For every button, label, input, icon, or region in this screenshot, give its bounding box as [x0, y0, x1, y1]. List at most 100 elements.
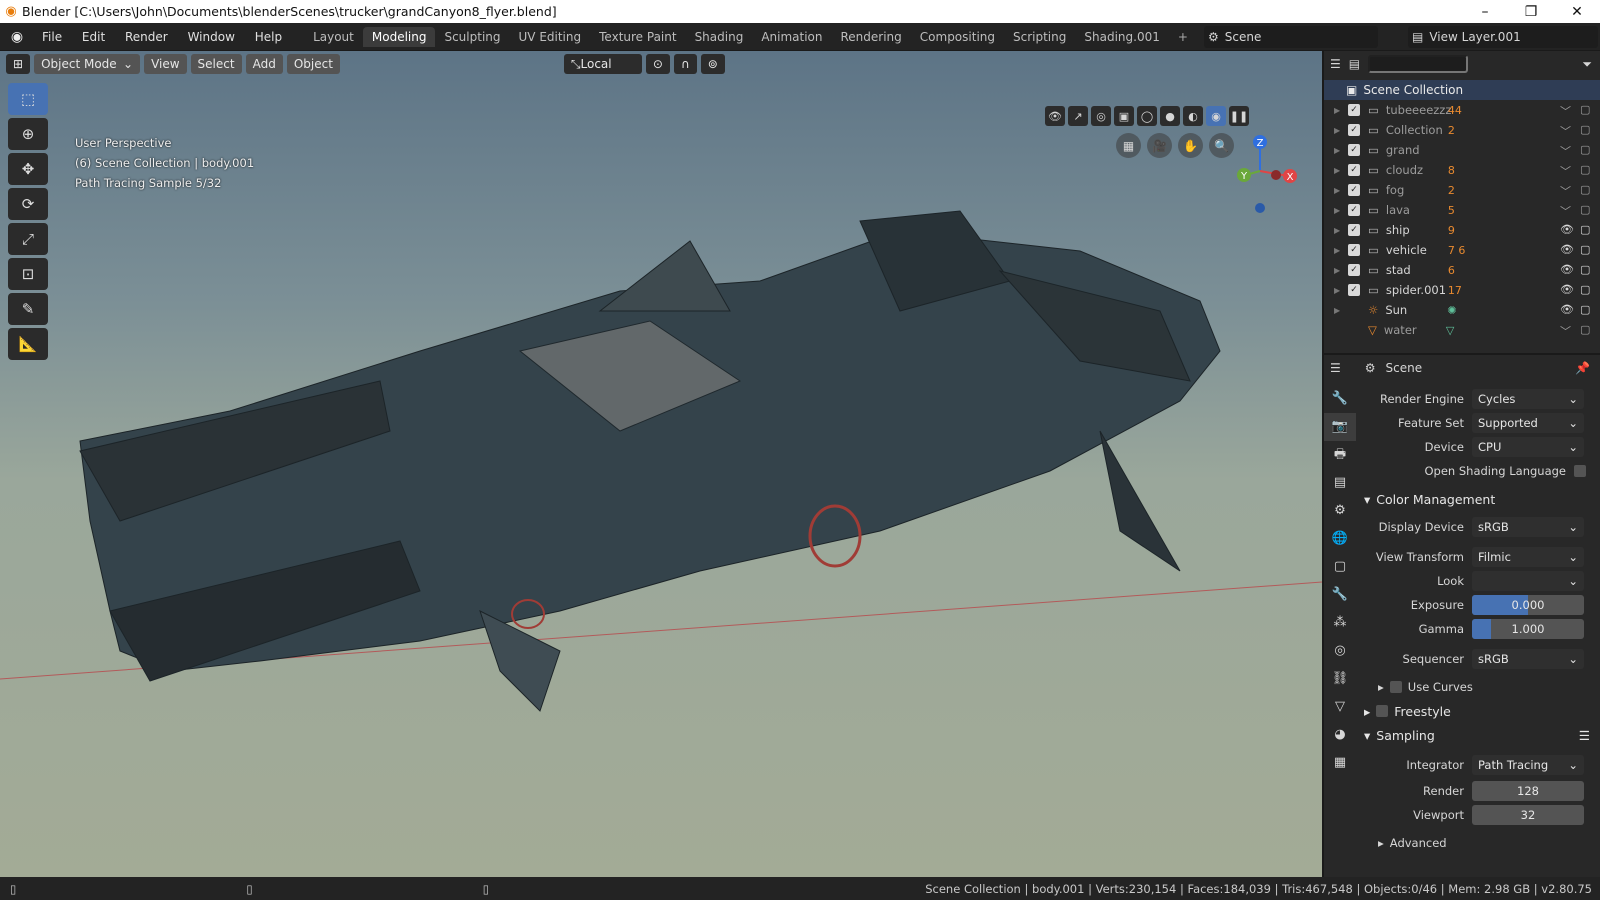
expand-icon[interactable]: ▶: [1334, 226, 1348, 235]
tab-scripting[interactable]: Scripting: [1004, 27, 1075, 47]
close-icon[interactable]: ✕: [1554, 4, 1600, 20]
eye-icon[interactable]: 👁: [1560, 263, 1574, 276]
view-menu[interactable]: View: [144, 54, 187, 74]
tab-shading[interactable]: Shading: [686, 27, 753, 47]
freestyle-checkbox[interactable]: [1376, 705, 1389, 717]
texture-tab-icon[interactable]: ▦: [1324, 749, 1356, 777]
solid-shading-icon[interactable]: ●: [1160, 106, 1180, 126]
camera-view-icon[interactable]: 🎥: [1147, 133, 1172, 158]
expand-icon[interactable]: ▶: [1334, 266, 1348, 275]
tab-rendering[interactable]: Rendering: [832, 27, 911, 47]
orientation-dropdown[interactable]: ⤡ Local: [563, 54, 642, 74]
camera-icon[interactable]: ▢: [1580, 323, 1590, 336]
gamma-slider[interactable]: 1.000: [1472, 619, 1584, 639]
exclude-checkbox[interactable]: ✓: [1348, 284, 1360, 296]
select-menu[interactable]: Select: [190, 54, 242, 74]
exclude-checkbox[interactable]: ✓: [1348, 184, 1360, 196]
camera-icon[interactable]: ▢: [1580, 223, 1590, 236]
scale-tool[interactable]: ⤢: [8, 223, 48, 255]
menu-window[interactable]: Window: [180, 30, 243, 44]
cursor-tool[interactable]: ⊕: [8, 118, 48, 150]
scene-tab-icon[interactable]: ⚙: [1324, 497, 1356, 525]
expand-icon[interactable]: ▶: [1334, 306, 1348, 315]
tab-shading-001[interactable]: Shading.001: [1075, 27, 1168, 47]
exclude-checkbox[interactable]: ✓: [1348, 244, 1360, 256]
presets-list-icon[interactable]: ☰: [1579, 728, 1600, 743]
camera-icon[interactable]: ▢: [1580, 123, 1590, 136]
object-tab-icon[interactable]: ▢: [1324, 553, 1356, 581]
tab-layout[interactable]: Layout: [304, 27, 363, 47]
hidden-eye-icon[interactable]: ﹀: [1560, 163, 1571, 179]
expand-icon[interactable]: ▶: [1334, 146, 1348, 155]
render-tab-icon[interactable]: 📷: [1324, 413, 1356, 441]
pause-render-icon[interactable]: ❚❚: [1229, 106, 1249, 126]
exclude-checkbox[interactable]: ✓: [1348, 264, 1360, 276]
camera-icon[interactable]: ▢: [1580, 243, 1590, 256]
pivot-dropdown[interactable]: ⊙: [645, 54, 670, 74]
hidden-eye-icon[interactable]: ﹀: [1560, 183, 1571, 199]
minimize-icon[interactable]: –: [1462, 4, 1508, 20]
display-mode-icon[interactable]: ▤: [1349, 57, 1360, 71]
blender-menu-icon[interactable]: ◉: [0, 29, 34, 45]
physics-tab-icon[interactable]: ◎: [1324, 637, 1356, 665]
navigation-gizmo[interactable]: Z X Y: [1230, 131, 1300, 221]
freestyle-header[interactable]: ▸ Freestyle: [1356, 699, 1600, 723]
camera-icon[interactable]: ▢: [1580, 303, 1590, 316]
expand-icon[interactable]: ▶: [1334, 206, 1348, 215]
outliner-item[interactable]: ▶ ✓ ▭ vehicle 7 6 👁 ▢: [1324, 240, 1600, 260]
camera-icon[interactable]: ▢: [1580, 163, 1590, 176]
exclude-checkbox[interactable]: ✓: [1348, 224, 1360, 236]
outliner-item[interactable]: ▶ ✓ ▭ stad 6 👁 ▢: [1324, 260, 1600, 280]
outliner-item[interactable]: ▶ ✓ ▭ grand ﹀ ▢: [1324, 140, 1600, 160]
hidden-eye-icon[interactable]: ﹀: [1560, 203, 1571, 219]
output-tab-icon[interactable]: 🖶: [1324, 441, 1356, 469]
exposure-slider[interactable]: 0.000: [1472, 595, 1584, 615]
eye-icon[interactable]: 👁: [1560, 243, 1574, 256]
tab-uv-editing[interactable]: UV Editing: [510, 27, 591, 47]
expand-icon[interactable]: ▶: [1334, 126, 1348, 135]
use-curves-checkbox[interactable]: [1389, 681, 1402, 693]
add-menu[interactable]: Add: [245, 54, 283, 74]
3d-viewport[interactable]: ⊞ Object Mode ⌄ View Select Add Object ⤡ …: [0, 51, 1322, 877]
eye-icon[interactable]: 👁: [1560, 223, 1574, 236]
expand-icon[interactable]: ▶: [1334, 166, 1348, 175]
view-transform-dropdown[interactable]: Filmic ⌄: [1472, 547, 1584, 567]
outliner-item[interactable]: ▶ ✓ ▭ cloudz 8 ﹀ ▢: [1324, 160, 1600, 180]
viewport-samples-field[interactable]: 32: [1472, 805, 1584, 825]
outliner-item[interactable]: ▶ ☼ Sun ✺ 👁 ▢: [1324, 300, 1600, 320]
look-dropdown[interactable]: ⌄: [1472, 571, 1584, 591]
eye-icon[interactable]: 👁: [1560, 283, 1574, 296]
camera-icon[interactable]: ▢: [1580, 263, 1590, 276]
use-curves-subpanel[interactable]: ▸ Use Curves: [1356, 675, 1600, 699]
hidden-eye-icon[interactable]: ﹀: [1560, 143, 1571, 159]
outliner-item[interactable]: ▶ ✓ ▭ Collection 2 ﹀ ▢: [1324, 120, 1600, 140]
overlay-toggle-icon[interactable]: ◎: [1091, 106, 1111, 126]
sequencer-dropdown[interactable]: sRGB ⌄: [1472, 649, 1584, 669]
exclude-checkbox[interactable]: ✓: [1348, 204, 1360, 216]
exclude-checkbox[interactable]: ✓: [1348, 124, 1360, 136]
tab-modeling[interactable]: Modeling: [362, 26, 436, 47]
proportional-toggle[interactable]: ⊚: [700, 54, 725, 74]
sampling-header[interactable]: ▾ Sampling ☰: [1356, 723, 1600, 747]
tab-sculpting[interactable]: Sculpting: [435, 27, 509, 47]
outliner-editor-icon[interactable]: ☰: [1330, 57, 1341, 71]
outliner-item[interactable]: ▽ water ▽ ﹀ ▢: [1324, 320, 1600, 340]
expand-icon[interactable]: ▶: [1334, 186, 1348, 195]
exclude-checkbox[interactable]: ✓: [1348, 164, 1360, 176]
camera-icon[interactable]: ▢: [1580, 183, 1590, 196]
view-layer-selector[interactable]: ▤ View Layer.001: [1408, 26, 1598, 48]
expand-icon[interactable]: ▶: [1334, 286, 1348, 295]
editor-type-button[interactable]: ⊞: [6, 54, 31, 74]
tab-compositing[interactable]: Compositing: [911, 27, 1004, 47]
data-tab-icon[interactable]: ▽: [1324, 693, 1356, 721]
rendered-shading-icon[interactable]: ◉: [1206, 106, 1226, 126]
maximize-icon[interactable]: ❐: [1508, 4, 1554, 20]
menu-render[interactable]: Render: [117, 30, 176, 44]
outliner-root[interactable]: ▣ Scene Collection: [1324, 80, 1600, 100]
select-box-tool[interactable]: ⬚: [8, 83, 48, 115]
properties-editor-icon[interactable]: ☰: [1330, 361, 1341, 375]
annotate-tool[interactable]: ✎: [8, 293, 48, 325]
view-layer-tab-icon[interactable]: ▤: [1324, 469, 1356, 497]
gizmo-toggle-icon[interactable]: ↗: [1068, 106, 1088, 126]
expand-icon[interactable]: ▶: [1334, 106, 1348, 115]
